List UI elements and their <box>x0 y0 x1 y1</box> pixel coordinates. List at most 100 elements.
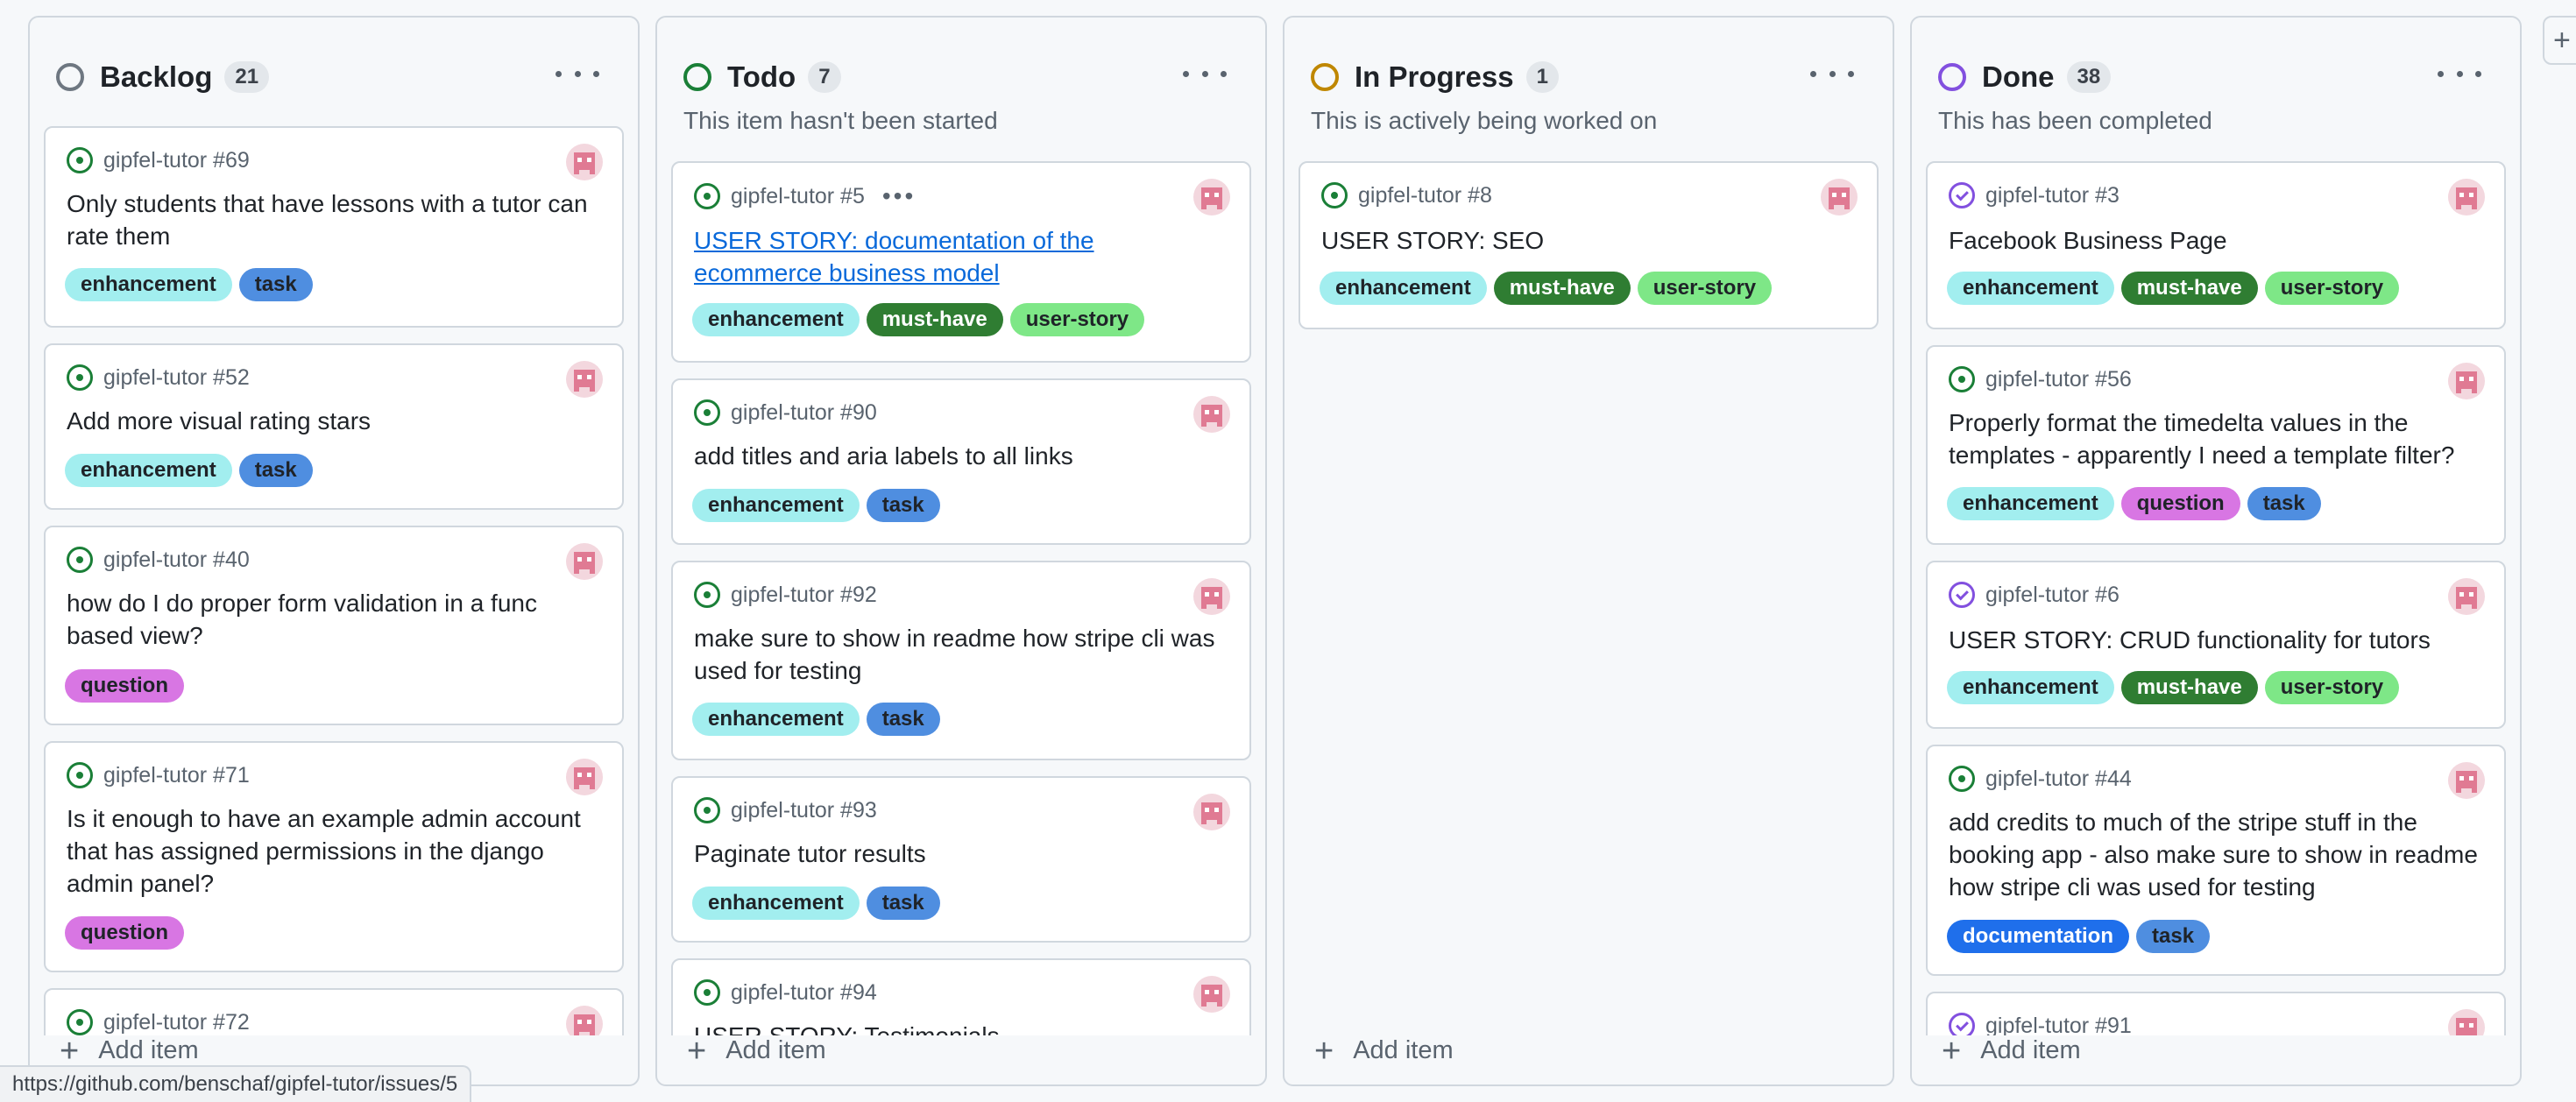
assignee-avatar[interactable] <box>2448 578 2485 615</box>
issue-card[interactable]: gipfel-tutor #90 add titles and aria lab… <box>671 378 1251 545</box>
issue-title[interactable]: USER STORY: Testimonials <box>694 1020 1223 1035</box>
add-item-button[interactable]: + Add item <box>687 1035 826 1068</box>
add-column-button[interactable]: + <box>2543 16 2576 65</box>
assignee-avatar[interactable] <box>566 759 603 795</box>
label-enhancement[interactable]: enhancement <box>692 887 860 920</box>
label-must-have[interactable]: must-have <box>1493 272 1631 305</box>
issue-reference[interactable]: gipfel-tutor #71 <box>103 763 250 788</box>
issue-title[interactable]: Is it enough to have an example admin ac… <box>67 802 596 900</box>
column-options-button[interactable] <box>1810 56 1854 91</box>
card-options-button[interactable]: ••• <box>882 182 916 210</box>
issue-reference[interactable]: gipfel-tutor #52 <box>103 365 250 391</box>
label-task[interactable]: task <box>238 268 313 301</box>
label-enhancement[interactable]: enhancement <box>692 303 860 336</box>
issue-card[interactable]: gipfel-tutor #72 <box>44 988 624 1035</box>
label-enhancement[interactable]: enhancement <box>65 268 232 301</box>
label-user-story[interactable]: user-story <box>1637 272 1773 305</box>
issue-card[interactable]: gipfel-tutor #40 how do I do proper form… <box>44 526 624 725</box>
issue-reference[interactable]: gipfel-tutor #69 <box>103 148 250 173</box>
label-task[interactable]: task <box>866 703 940 736</box>
issue-reference[interactable]: gipfel-tutor #8 <box>1358 183 1492 208</box>
issue-title[interactable]: add credits to much of the stripe stuff … <box>1949 806 2478 903</box>
assignee-avatar[interactable] <box>2448 363 2485 399</box>
issue-title-link[interactable]: USER STORY: documentation of the ecommer… <box>694 224 1223 289</box>
issue-card[interactable]: gipfel-tutor #44 add credits to much of … <box>1926 745 2506 976</box>
issue-title[interactable]: Properly format the timedelta values in … <box>1949 406 2478 471</box>
label-enhancement[interactable]: enhancement <box>65 454 232 487</box>
label-user-story[interactable]: user-story <box>2264 671 2400 704</box>
label-enhancement[interactable]: enhancement <box>692 489 860 522</box>
issue-card[interactable]: gipfel-tutor #8 USER STORY: SEO enhancem… <box>1299 161 1879 329</box>
issue-reference[interactable]: gipfel-tutor #93 <box>731 798 877 823</box>
issue-reference[interactable]: gipfel-tutor #92 <box>731 583 877 608</box>
issue-card[interactable]: gipfel-tutor #94 USER STORY: Testimonial… <box>671 958 1251 1035</box>
issue-title[interactable]: Facebook Business Page <box>1949 224 2478 257</box>
issue-title[interactable]: Paginate tutor results <box>694 837 1223 870</box>
assignee-avatar[interactable] <box>2448 179 2485 215</box>
assignee-avatar[interactable] <box>2448 1009 2485 1035</box>
label-enhancement[interactable]: enhancement <box>1947 272 2114 305</box>
label-task[interactable]: task <box>866 489 940 522</box>
label-question[interactable]: question <box>65 669 184 703</box>
label-must-have[interactable]: must-have <box>2120 272 2258 305</box>
issue-title[interactable]: USER STORY: CRUD functionality for tutor… <box>1949 624 2478 656</box>
assignee-avatar[interactable] <box>2448 762 2485 799</box>
issue-reference[interactable]: gipfel-tutor #56 <box>1985 367 2132 392</box>
issue-card[interactable]: gipfel-tutor #56 Properly format the tim… <box>1926 345 2506 545</box>
issue-card[interactable]: gipfel-tutor #93 Paginate tutor results … <box>671 776 1251 943</box>
issue-title[interactable]: USER STORY: SEO <box>1321 224 1851 257</box>
issue-card[interactable]: gipfel-tutor #3 Facebook Business Page e… <box>1926 161 2506 329</box>
issue-title[interactable]: how do I do proper form validation in a … <box>67 587 596 652</box>
issue-card[interactable]: gipfel-tutor #6 USER STORY: CRUD functio… <box>1926 561 2506 729</box>
assignee-avatar[interactable] <box>1193 794 1230 830</box>
issue-card[interactable]: gipfel-tutor #92 make sure to show in re… <box>671 561 1251 760</box>
issue-card[interactable]: gipfel-tutor #71 Is it enough to have an… <box>44 741 624 972</box>
issue-card[interactable]: gipfel-tutor #91 <box>1926 992 2506 1035</box>
assignee-avatar[interactable] <box>1193 179 1230 215</box>
label-task[interactable]: task <box>238 454 313 487</box>
issue-reference[interactable]: gipfel-tutor #3 <box>1985 183 2120 208</box>
assignee-avatar[interactable] <box>566 361 603 398</box>
add-item-button[interactable]: + Add item <box>1942 1035 2081 1068</box>
add-item-button[interactable]: + Add item <box>1314 1035 1454 1068</box>
label-user-story[interactable]: user-story <box>2264 272 2400 305</box>
label-enhancement[interactable]: enhancement <box>1947 671 2114 704</box>
label-question[interactable]: question <box>2120 487 2240 520</box>
assignee-avatar[interactable] <box>1821 179 1858 215</box>
label-user-story[interactable]: user-story <box>1009 303 1145 336</box>
column-options-button[interactable] <box>1183 56 1227 91</box>
issue-card[interactable]: gipfel-tutor #69 Only students that have… <box>44 126 624 328</box>
issue-reference[interactable]: gipfel-tutor #40 <box>103 547 250 573</box>
assignee-avatar[interactable] <box>566 144 603 180</box>
label-enhancement[interactable]: enhancement <box>692 703 860 736</box>
column-options-button[interactable] <box>556 56 599 91</box>
issue-reference[interactable]: gipfel-tutor #72 <box>103 1010 250 1035</box>
issue-reference[interactable]: gipfel-tutor #91 <box>1985 1014 2132 1036</box>
issue-title[interactable]: Add more visual rating stars <box>67 405 596 437</box>
issue-reference[interactable]: gipfel-tutor #6 <box>1985 583 2120 608</box>
add-item-button[interactable]: + Add item <box>60 1035 199 1068</box>
label-enhancement[interactable]: enhancement <box>1947 487 2114 520</box>
assignee-avatar[interactable] <box>1193 976 1230 1013</box>
assignee-avatar[interactable] <box>566 1006 603 1035</box>
label-must-have[interactable]: must-have <box>866 303 1003 336</box>
issue-title[interactable]: make sure to show in readme how stripe c… <box>694 622 1223 687</box>
label-task[interactable]: task <box>2247 487 2321 520</box>
column-options-button[interactable] <box>2438 56 2481 91</box>
issue-card[interactable]: gipfel-tutor #52 Add more visual rating … <box>44 343 624 510</box>
label-task[interactable]: task <box>2136 920 2211 953</box>
label-enhancement[interactable]: enhancement <box>1320 272 1487 305</box>
assignee-avatar[interactable] <box>566 543 603 580</box>
issue-reference[interactable]: gipfel-tutor #5 <box>731 184 865 209</box>
issue-reference[interactable]: gipfel-tutor #94 <box>731 980 877 1006</box>
label-task[interactable]: task <box>866 887 940 920</box>
assignee-avatar[interactable] <box>1193 396 1230 433</box>
issue-reference[interactable]: gipfel-tutor #90 <box>731 400 877 426</box>
issue-reference[interactable]: gipfel-tutor #44 <box>1985 766 2132 792</box>
assignee-avatar[interactable] <box>1193 578 1230 615</box>
label-must-have[interactable]: must-have <box>2120 671 2258 704</box>
label-question[interactable]: question <box>65 916 184 950</box>
issue-card[interactable]: gipfel-tutor #5 ••• USER STORY: documenta… <box>671 161 1251 363</box>
issue-title[interactable]: Only students that have lessons with a t… <box>67 187 596 252</box>
issue-title[interactable]: add titles and aria labels to all links <box>694 440 1223 472</box>
